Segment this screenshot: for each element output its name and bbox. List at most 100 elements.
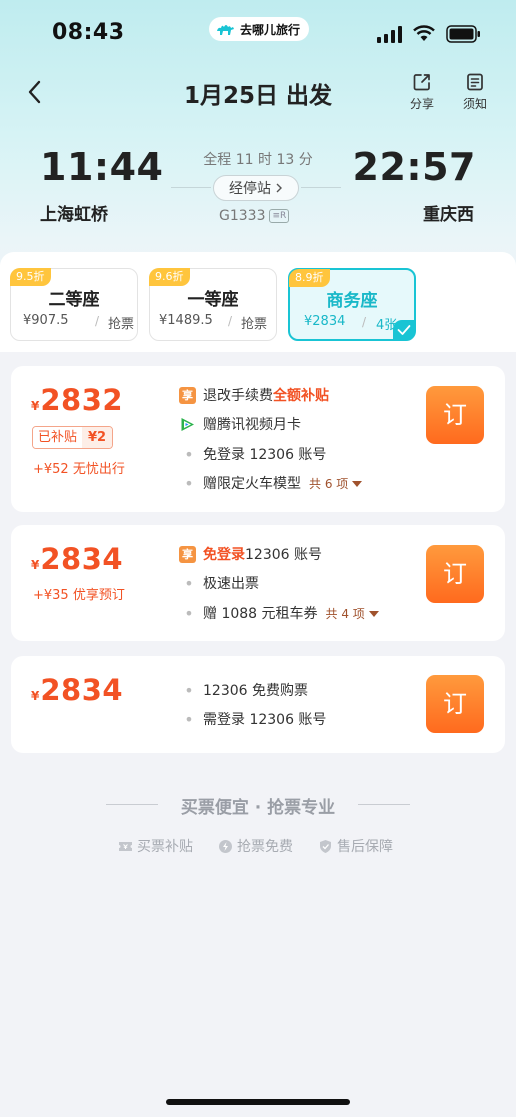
subsidy-tag: 已补贴 ¥2	[32, 426, 114, 449]
book-button[interactable]: 订	[426, 386, 484, 444]
ticket-option-card[interactable]: ¥2834 +¥35 优享预订 享 免登录 12306 账号 • 极速出票 • …	[11, 525, 505, 641]
ticket-option-card[interactable]: ¥2834 • 12306 免费购票 • 需登录 12306 账号 订	[11, 656, 505, 753]
checkmark-icon	[397, 325, 411, 335]
train-type-badge: ≡R	[269, 209, 290, 223]
brand-pill: 去哪儿旅行	[209, 17, 310, 41]
trip-duration: 全程 11 时 13 分	[203, 152, 313, 168]
more-features-label: 共 6 项	[309, 476, 349, 491]
home-indicator[interactable]	[166, 1099, 350, 1105]
feature-text: 免登录 12306 账号	[203, 447, 327, 463]
more-features-label: 共 4 项	[325, 606, 365, 621]
feature-text: 12306 免费购票	[203, 683, 308, 699]
cellular-signal-icon	[377, 26, 402, 43]
seat-name: 商务座	[326, 291, 378, 311]
price-value: 2832	[40, 383, 124, 417]
feature-train-model: • 赠限定火车模型 共 6 项	[179, 473, 363, 493]
guarantee-label: 抢票免费	[237, 839, 293, 855]
feature-no-login: 享 免登录 12306 账号	[179, 544, 322, 564]
seat-price: ¥1489.5	[159, 313, 213, 328]
currency-symbol: ¥	[31, 558, 40, 572]
train-number-text: G1333	[219, 208, 266, 224]
feature-text: 赠 1088 元租车券	[203, 606, 318, 622]
ticket-price: ¥2832	[31, 383, 123, 417]
guarantee-free-grab: 抢票免费	[218, 836, 293, 856]
feature-video-gift: 赠腾讯视频月卡	[179, 414, 301, 434]
guarantee-subsidy: 买票补贴	[118, 836, 193, 856]
feature-no-login: • 免登录 12306 账号	[179, 444, 326, 464]
tencent-video-icon	[181, 417, 194, 431]
seat-tab-first-class[interactable]: 9.6折 一等座 ¥1489.5 / 抢票	[149, 268, 277, 341]
subsidy-amount: ¥2	[82, 427, 113, 448]
share-button[interactable]: 分享	[402, 72, 442, 112]
addon-price-note: +¥35 优享预订	[33, 588, 125, 603]
ticket-price: ¥2834	[31, 542, 123, 576]
book-button[interactable]: 订	[426, 675, 484, 733]
notice-button[interactable]: 须知	[455, 72, 495, 112]
discount-badge: 9.6折	[149, 268, 190, 286]
price-value: 2834	[40, 673, 124, 707]
document-icon	[467, 73, 483, 91]
feature-highlight: 全额补贴	[273, 388, 329, 404]
seat-separator: /	[95, 314, 100, 328]
route-line-right	[301, 187, 341, 188]
caret-down-icon	[368, 610, 379, 617]
shield-icon	[320, 839, 331, 853]
feature-login-required: • 需登录 12306 账号	[179, 709, 326, 729]
status-time: 08:43	[52, 20, 125, 45]
share-icon	[413, 74, 430, 91]
seat-tab-second-class[interactable]: 9.5折 二等座 ¥907.5 / 抢票	[10, 268, 138, 341]
bullet-dot: •	[184, 444, 194, 464]
benefit-icon: 享	[179, 386, 196, 404]
feature-text: 退改手续费	[203, 388, 273, 404]
guarantee-label: 售后保障	[337, 839, 393, 855]
route-line-left	[171, 187, 211, 188]
bullet-dot: •	[184, 473, 194, 493]
seat-separator: /	[228, 314, 233, 328]
more-features-link[interactable]: 共 6 项	[309, 475, 363, 492]
notice-label: 须知	[462, 97, 487, 111]
currency-symbol: ¥	[31, 689, 40, 703]
brand-name: 去哪儿旅行	[240, 22, 301, 37]
seat-price: ¥2834	[304, 314, 346, 329]
seat-name: 一等座	[187, 290, 239, 310]
share-label: 分享	[409, 97, 434, 111]
seat-availability: 抢票	[241, 317, 268, 332]
bullet-dot: •	[184, 709, 194, 729]
bullet-dot: •	[184, 680, 194, 700]
chevron-right-icon	[276, 183, 282, 193]
price-value: 2834	[40, 542, 124, 576]
addon-price-note: +¥52 无忧出行	[33, 462, 125, 477]
seat-tab-business-class[interactable]: 8.9折 商务座 ¥2834 / 4张	[288, 268, 416, 341]
seat-availability: 抢票	[108, 317, 135, 332]
battery-icon	[446, 25, 480, 43]
feature-highlight: 免登录	[203, 547, 245, 563]
discount-badge: 8.9折	[289, 269, 330, 287]
selected-check-badge	[393, 320, 415, 340]
book-button[interactable]: 订	[426, 545, 484, 603]
caret-down-icon	[352, 480, 363, 487]
lightning-icon	[219, 839, 232, 853]
feature-text: 12306 账号	[245, 547, 322, 563]
departure-station: 上海虹桥	[40, 205, 108, 225]
status-bar: 08:43 去哪儿旅行	[0, 0, 516, 66]
currency-symbol: ¥	[31, 399, 40, 413]
subsidy-label: 已补贴	[33, 427, 83, 448]
feature-text: 极速出票	[203, 576, 259, 592]
ticket-icon	[119, 841, 132, 851]
more-features-link[interactable]: 共 4 项	[326, 605, 379, 622]
stops-button[interactable]: 经停站	[213, 175, 299, 201]
ticket-price: ¥2834	[31, 673, 123, 707]
wifi-icon	[413, 25, 435, 41]
feature-car-rental-coupon: • 赠 1088 元租车券 共 4 项	[179, 603, 379, 623]
feature-fast-issue: • 极速出票	[179, 573, 259, 593]
slogan: 买票便宜 · 抢票专业	[180, 798, 336, 818]
feature-refund-subsidy: 享 退改手续费 全额补贴	[179, 385, 329, 405]
feature-free-purchase: • 12306 免费购票	[179, 680, 308, 700]
discount-badge: 9.5折	[10, 268, 51, 286]
guarantee-after-sales: 售后保障	[318, 836, 393, 856]
seat-name: 二等座	[48, 290, 100, 310]
feature-text: 赠限定火车模型	[203, 476, 301, 492]
ticket-option-card[interactable]: ¥2832 已补贴 ¥2 +¥52 无忧出行 享 退改手续费 全额补贴 赠腾讯视频…	[11, 366, 505, 512]
feature-text: 赠腾讯视频月卡	[203, 417, 301, 433]
guarantee-label: 买票补贴	[137, 839, 193, 855]
